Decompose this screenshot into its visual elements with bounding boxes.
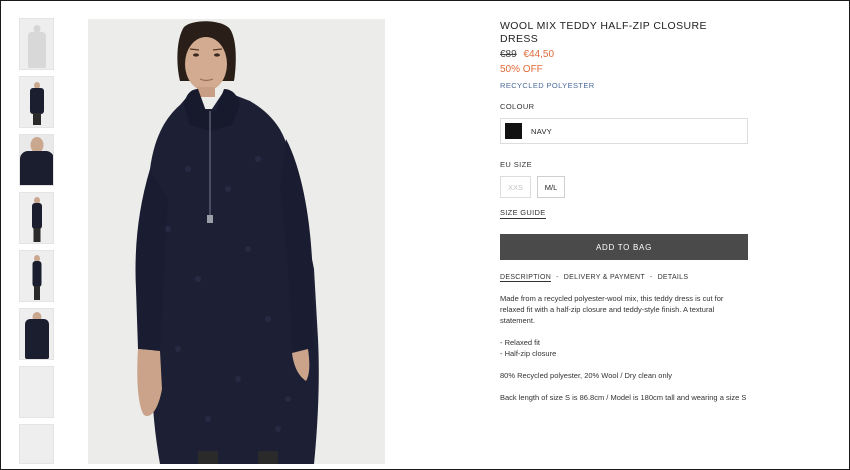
thumbnail-8[interactable] xyxy=(19,424,54,464)
fit-note: Back length of size S is 86.8cm / Model … xyxy=(500,393,747,402)
description-bullet: - Half-zip closure xyxy=(500,349,557,358)
thumbnail-7[interactable] xyxy=(19,366,54,418)
colour-name: NAVY xyxy=(531,126,553,136)
size-guide-link[interactable]: SIZE GUIDE xyxy=(500,208,546,219)
description-intro: Made from a recycled polyester-wool mix,… xyxy=(500,294,724,325)
product-info-panel: WOOL MIX TEDDY HALF-ZIP CLOSURE DRESS €8… xyxy=(500,20,748,414)
tab-separator: - xyxy=(649,274,653,281)
tab-separator: - xyxy=(556,274,559,281)
thumbnail-1[interactable] xyxy=(19,18,54,70)
size-options: XXS M/L xyxy=(500,176,748,198)
model-wearing-dress-illustration xyxy=(88,19,385,464)
tab-delivery-payment[interactable]: DELIVERY & PAYMENT xyxy=(564,274,645,282)
discount-badge: 50% OFF xyxy=(500,64,543,75)
tab-description[interactable]: DESCRIPTION xyxy=(500,274,552,282)
thumbnail-2[interactable] xyxy=(19,76,54,128)
composition-care: 80% Recycled polyester, 20% Wool / Dry c… xyxy=(500,371,673,380)
product-title: WOOL MIX TEDDY HALF-ZIP CLOSURE DRESS xyxy=(500,20,707,45)
colour-selector[interactable]: NAVY xyxy=(500,118,748,144)
thumbnail-5[interactable] xyxy=(19,250,54,302)
thumbnail-3[interactable] xyxy=(19,134,54,186)
material-link[interactable]: RECYCLED POLYESTER xyxy=(500,81,748,90)
description-bullet: - Relaxed fit xyxy=(500,338,541,347)
tab-details[interactable]: DETAILS xyxy=(658,274,689,282)
add-to-bag-button[interactable]: ADD TO BAG xyxy=(500,234,748,260)
info-tabs: DESCRIPTION - DELIVERY & PAYMENT - DETAI… xyxy=(500,274,748,282)
size-option-xxs[interactable]: XXS xyxy=(500,176,531,198)
colour-label: COLOUR xyxy=(500,102,535,111)
description-text: Made from a recycled polyester-wool mix,… xyxy=(500,293,748,403)
colour-swatch xyxy=(505,123,522,139)
original-price: €89 xyxy=(500,49,517,60)
thumbnail-gallery xyxy=(19,18,55,464)
size-label: EU SIZE xyxy=(500,160,532,169)
main-product-image[interactable] xyxy=(88,19,385,464)
thumbnail-4[interactable] xyxy=(19,192,54,244)
thumbnail-6[interactable] xyxy=(19,308,54,360)
price-row: €89 €44,50 xyxy=(500,48,748,61)
size-option-ml[interactable]: M/L xyxy=(537,176,565,198)
sale-price: €44,50 xyxy=(523,49,555,60)
